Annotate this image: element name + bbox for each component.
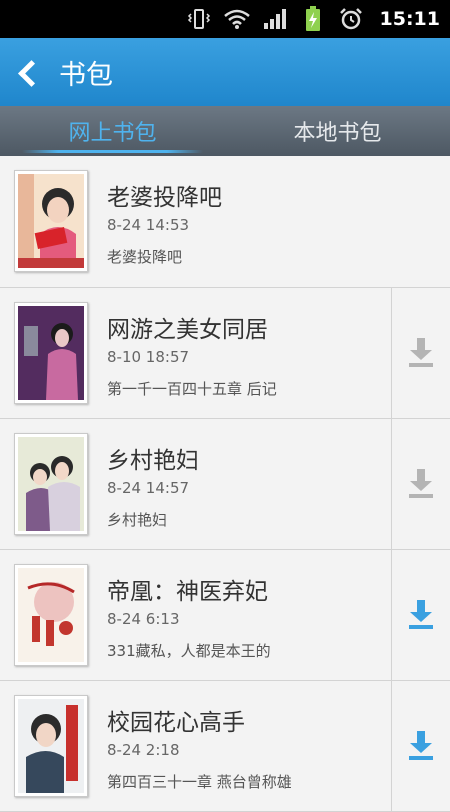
book-date: 8-24 2:18 — [107, 741, 180, 759]
book-title: 网游之美女同居 — [107, 317, 268, 343]
title-bar: 书包 — [0, 38, 450, 106]
book-latest-chapter: 第一千一百四十五章 后记 — [107, 380, 277, 398]
download-button[interactable] — [391, 288, 450, 418]
clock-time: 15:11 — [379, 8, 440, 30]
download-icon — [409, 338, 433, 367]
book-row[interactable]: 老婆投降吧 8-24 14:53 老婆投降吧 — [0, 156, 450, 288]
book-list: 老婆投降吧 8-24 14:53 老婆投降吧 网游之美女同居 8-10 18:5… — [0, 156, 450, 812]
tab-label: 本地书包 — [293, 121, 382, 146]
book-cover — [14, 170, 88, 272]
book-latest-chapter: 331藏私，人都是本王的 — [107, 642, 271, 660]
book-title: 乡村艳妇 — [107, 448, 199, 474]
book-cover — [14, 302, 88, 404]
vibrate-icon — [186, 6, 212, 32]
download-button[interactable] — [391, 681, 450, 811]
tab-label: 网上书包 — [68, 121, 157, 146]
wifi-icon — [223, 6, 250, 32]
book-cover — [14, 564, 88, 666]
book-latest-chapter: 第四百三十一章 燕台曾称雄 — [107, 773, 292, 791]
download-icon — [409, 731, 433, 760]
book-row[interactable]: 校园花心高手 8-24 2:18 第四百三十一章 燕台曾称雄 — [0, 681, 450, 812]
book-title: 帝凰：神医弃妃 — [107, 579, 268, 605]
battery-charging-icon — [300, 6, 326, 32]
back-chevron-icon — [18, 59, 45, 87]
download-button[interactable] — [391, 419, 450, 549]
book-date: 8-10 18:57 — [107, 348, 190, 366]
download-button[interactable] — [391, 550, 450, 680]
status-bar: 15:11 — [0, 0, 450, 38]
book-date: 8-24 6:13 — [107, 610, 180, 628]
book-latest-chapter: 老婆投降吧 — [107, 248, 183, 266]
book-row[interactable]: 网游之美女同居 8-10 18:57 第一千一百四十五章 后记 — [0, 288, 450, 419]
active-tab-indicator — [22, 150, 203, 153]
back-button[interactable] — [0, 38, 47, 106]
tab-bar: 网上书包 本地书包 — [0, 106, 450, 156]
book-row[interactable]: 乡村艳妇 8-24 14:57 乡村艳妇 — [0, 419, 450, 550]
signal-icon — [262, 6, 288, 32]
book-row[interactable]: 帝凰：神医弃妃 8-24 6:13 331藏私，人都是本王的 — [0, 550, 450, 681]
page-title: 书包 — [59, 59, 113, 91]
book-cover — [14, 695, 88, 797]
book-cover — [14, 433, 88, 535]
download-icon — [409, 600, 433, 629]
book-date: 8-24 14:57 — [107, 479, 190, 497]
book-date: 8-24 14:53 — [107, 216, 190, 234]
tab-local-bag[interactable]: 本地书包 — [225, 106, 450, 156]
book-latest-chapter: 乡村艳妇 — [107, 511, 168, 529]
tab-online-bag[interactable]: 网上书包 — [0, 106, 225, 156]
alarm-icon — [338, 6, 364, 32]
download-icon — [409, 469, 433, 498]
book-title: 校园花心高手 — [107, 710, 245, 736]
book-title: 老婆投降吧 — [107, 185, 222, 211]
